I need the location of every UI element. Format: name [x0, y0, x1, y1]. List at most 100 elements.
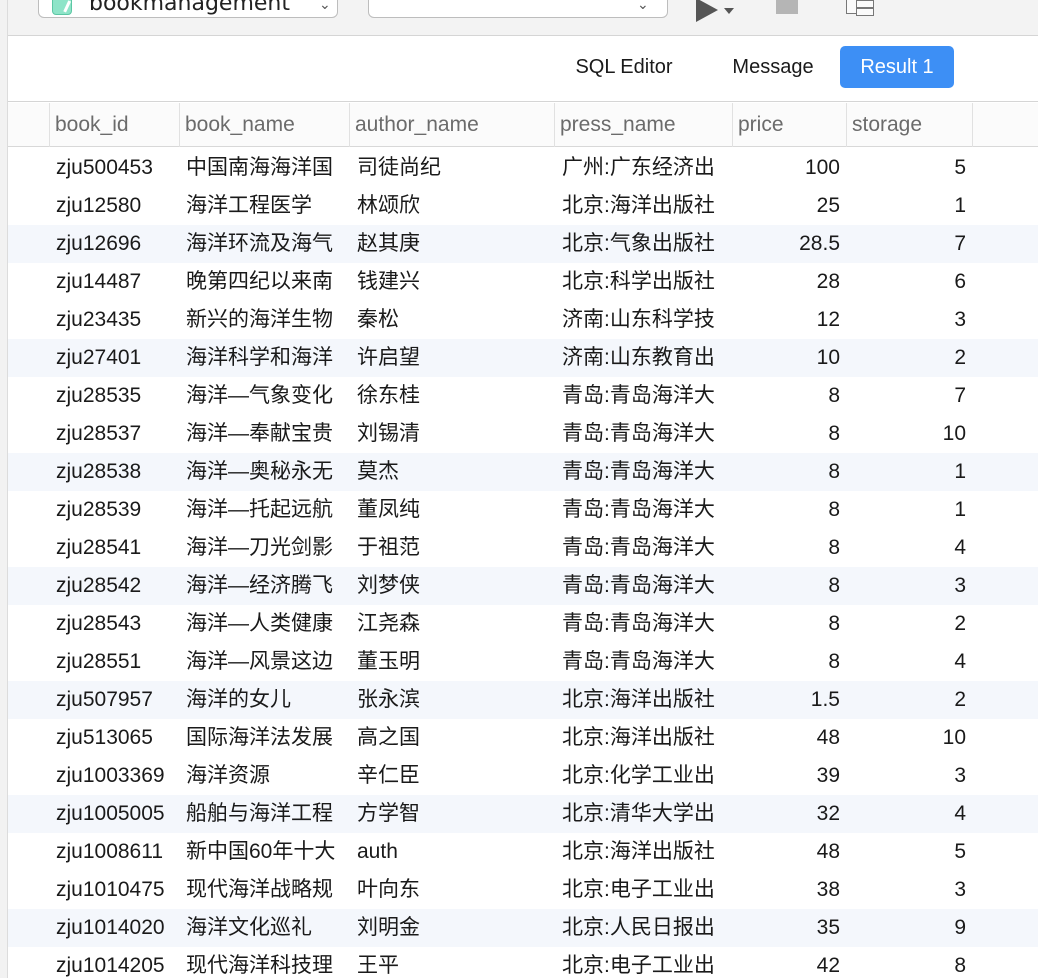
database-select[interactable]: bookmanagement ⌄ [38, 0, 338, 18]
cell-book-name[interactable]: 海洋工程医学 [186, 187, 344, 225]
cell-author-name[interactable]: 董凤纯 [357, 491, 547, 529]
cell-press-name[interactable]: 北京:人民日报出 [562, 909, 728, 947]
cell-book-id[interactable]: zju28538 [56, 453, 174, 491]
cell-press-name[interactable]: 青岛:青岛海洋大 [562, 567, 728, 605]
cell-book-name[interactable]: 海洋的女儿 [186, 681, 344, 719]
cell-book-id[interactable]: zju27401 [56, 339, 174, 377]
table-row[interactable]: zju28543 海洋—人类健康 江尧森 青岛:青岛海洋大 8 2 [8, 605, 1038, 643]
cell-author-name[interactable]: 莫杰 [357, 453, 547, 491]
cell-price[interactable]: 25 [732, 187, 840, 225]
cell-book-name[interactable]: 海洋—刀光剑影 [186, 529, 344, 567]
cell-press-name[interactable]: 广州:广东经济出 [562, 149, 728, 187]
cell-press-name[interactable]: 济南:山东科学技 [562, 301, 728, 339]
tab-sql-editor[interactable]: SQL Editor [553, 46, 695, 88]
cell-storage[interactable]: 3 [846, 757, 966, 795]
table-row[interactable]: zju28542 海洋—经济腾飞 刘梦侠 青岛:青岛海洋大 8 3 [8, 567, 1038, 605]
table-row[interactable]: zju23435 新兴的海洋生物 秦松 济南:山东科学技 12 3 [8, 301, 1038, 339]
cell-storage[interactable]: 1 [846, 453, 966, 491]
cell-storage[interactable]: 4 [846, 643, 966, 681]
cell-price[interactable]: 48 [732, 833, 840, 871]
cell-storage[interactable]: 1 [846, 491, 966, 529]
cell-storage[interactable]: 6 [846, 263, 966, 301]
table-row[interactable]: zju507957 海洋的女儿 张永滨 北京:海洋出版社 1.5 2 [8, 681, 1038, 719]
play-icon[interactable] [696, 0, 718, 22]
cell-price[interactable]: 1.5 [732, 681, 840, 719]
cell-book-id[interactable]: zju1014205 [56, 947, 174, 978]
cell-book-name[interactable]: 现代海洋战略规 [186, 871, 344, 909]
cell-book-name[interactable]: 海洋—风景这边 [186, 643, 344, 681]
cell-storage[interactable]: 3 [846, 567, 966, 605]
table-row[interactable]: zju28538 海洋—奥秘永无 莫杰 青岛:青岛海洋大 8 1 [8, 453, 1038, 491]
cell-author-name[interactable]: 赵其庚 [357, 225, 547, 263]
cell-price[interactable]: 39 [732, 757, 840, 795]
cell-book-name[interactable]: 海洋—人类健康 [186, 605, 344, 643]
cell-book-id[interactable]: zju28535 [56, 377, 174, 415]
table-row[interactable]: zju513065 国际海洋法发展 高之国 北京:海洋出版社 48 10 [8, 719, 1038, 757]
cell-press-name[interactable]: 北京:气象出版社 [562, 225, 728, 263]
cell-price[interactable]: 8 [732, 567, 840, 605]
cell-storage[interactable]: 9 [846, 909, 966, 947]
cell-price[interactable]: 32 [732, 795, 840, 833]
cell-storage[interactable]: 3 [846, 871, 966, 909]
cell-press-name[interactable]: 北京:化学工业出 [562, 757, 728, 795]
cell-author-name[interactable]: 高之国 [357, 719, 547, 757]
cell-author-name[interactable]: 于祖范 [357, 529, 547, 567]
cell-press-name[interactable]: 济南:山东教育出 [562, 339, 728, 377]
cell-author-name[interactable]: 董玉明 [357, 643, 547, 681]
cell-press-name[interactable]: 青岛:青岛海洋大 [562, 491, 728, 529]
cell-book-name[interactable]: 海洋资源 [186, 757, 344, 795]
cell-press-name[interactable]: 青岛:青岛海洋大 [562, 453, 728, 491]
cell-price[interactable]: 28 [732, 263, 840, 301]
cell-storage[interactable]: 1 [846, 187, 966, 225]
cell-author-name[interactable]: 刘梦侠 [357, 567, 547, 605]
cell-book-id[interactable]: zju28542 [56, 567, 174, 605]
cell-author-name[interactable]: 司徒尚纪 [357, 149, 547, 187]
cell-storage[interactable]: 3 [846, 301, 966, 339]
stop-icon[interactable] [776, 0, 798, 14]
cell-price[interactable]: 8 [732, 643, 840, 681]
table-row[interactable]: zju27401 海洋科学和海洋 许启望 济南:山东教育出 10 2 [8, 339, 1038, 377]
cell-author-name[interactable]: 张永滨 [357, 681, 547, 719]
cell-storage[interactable]: 7 [846, 225, 966, 263]
cell-author-name[interactable]: 许启望 [357, 339, 547, 377]
cell-storage[interactable]: 2 [846, 339, 966, 377]
cell-book-id[interactable]: zju28539 [56, 491, 174, 529]
cell-storage[interactable]: 8 [846, 947, 966, 978]
cell-book-name[interactable]: 海洋—奥秘永无 [186, 453, 344, 491]
cell-storage[interactable]: 4 [846, 529, 966, 567]
table-row[interactable]: zju1010475 现代海洋战略规 叶向东 北京:电子工业出 38 3 [8, 871, 1038, 909]
cell-storage[interactable]: 5 [846, 833, 966, 871]
cell-book-id[interactable]: zju12580 [56, 187, 174, 225]
run-options-chevron-icon[interactable] [724, 8, 734, 14]
cell-price[interactable]: 8 [732, 415, 840, 453]
column-header-storage[interactable]: storage [846, 103, 973, 147]
cell-author-name[interactable]: 刘明金 [357, 909, 547, 947]
table-row[interactable]: zju1008611 新中国60年十大 auth 北京:海洋出版社 48 5 [8, 833, 1038, 871]
cell-price[interactable]: 42 [732, 947, 840, 978]
cell-author-name[interactable]: 方学智 [357, 795, 547, 833]
table-row[interactable]: zju1003369 海洋资源 辛仁臣 北京:化学工业出 39 3 [8, 757, 1038, 795]
table-row[interactable]: zju28535 海洋—气象变化 徐东桂 青岛:青岛海洋大 8 7 [8, 377, 1038, 415]
cell-press-name[interactable]: 青岛:青岛海洋大 [562, 605, 728, 643]
cell-book-name[interactable]: 海洋—托起远航 [186, 491, 344, 529]
cell-press-name[interactable]: 北京:海洋出版社 [562, 719, 728, 757]
cell-book-name[interactable]: 新中国60年十大 [186, 833, 344, 871]
cell-author-name[interactable]: auth [357, 833, 547, 871]
cell-price[interactable]: 8 [732, 605, 840, 643]
cell-price[interactable]: 8 [732, 491, 840, 529]
table-row[interactable]: zju28537 海洋—奉献宝贵 刘锡清 青岛:青岛海洋大 8 10 [8, 415, 1038, 453]
cell-book-name[interactable]: 国际海洋法发展 [186, 719, 344, 757]
cell-book-name[interactable]: 新兴的海洋生物 [186, 301, 344, 339]
cell-book-id[interactable]: zju507957 [56, 681, 174, 719]
cell-price[interactable]: 8 [732, 529, 840, 567]
cell-book-id[interactable]: zju1005005 [56, 795, 174, 833]
cell-price[interactable]: 12 [732, 301, 840, 339]
cell-book-id[interactable]: zju23435 [56, 301, 174, 339]
cell-price[interactable]: 48 [732, 719, 840, 757]
cell-book-name[interactable]: 海洋—气象变化 [186, 377, 344, 415]
cell-author-name[interactable]: 叶向东 [357, 871, 547, 909]
cell-book-id[interactable]: zju28537 [56, 415, 174, 453]
cell-author-name[interactable]: 林颂欣 [357, 187, 547, 225]
cell-press-name[interactable]: 北京:科学出版社 [562, 263, 728, 301]
cell-price[interactable]: 8 [732, 453, 840, 491]
